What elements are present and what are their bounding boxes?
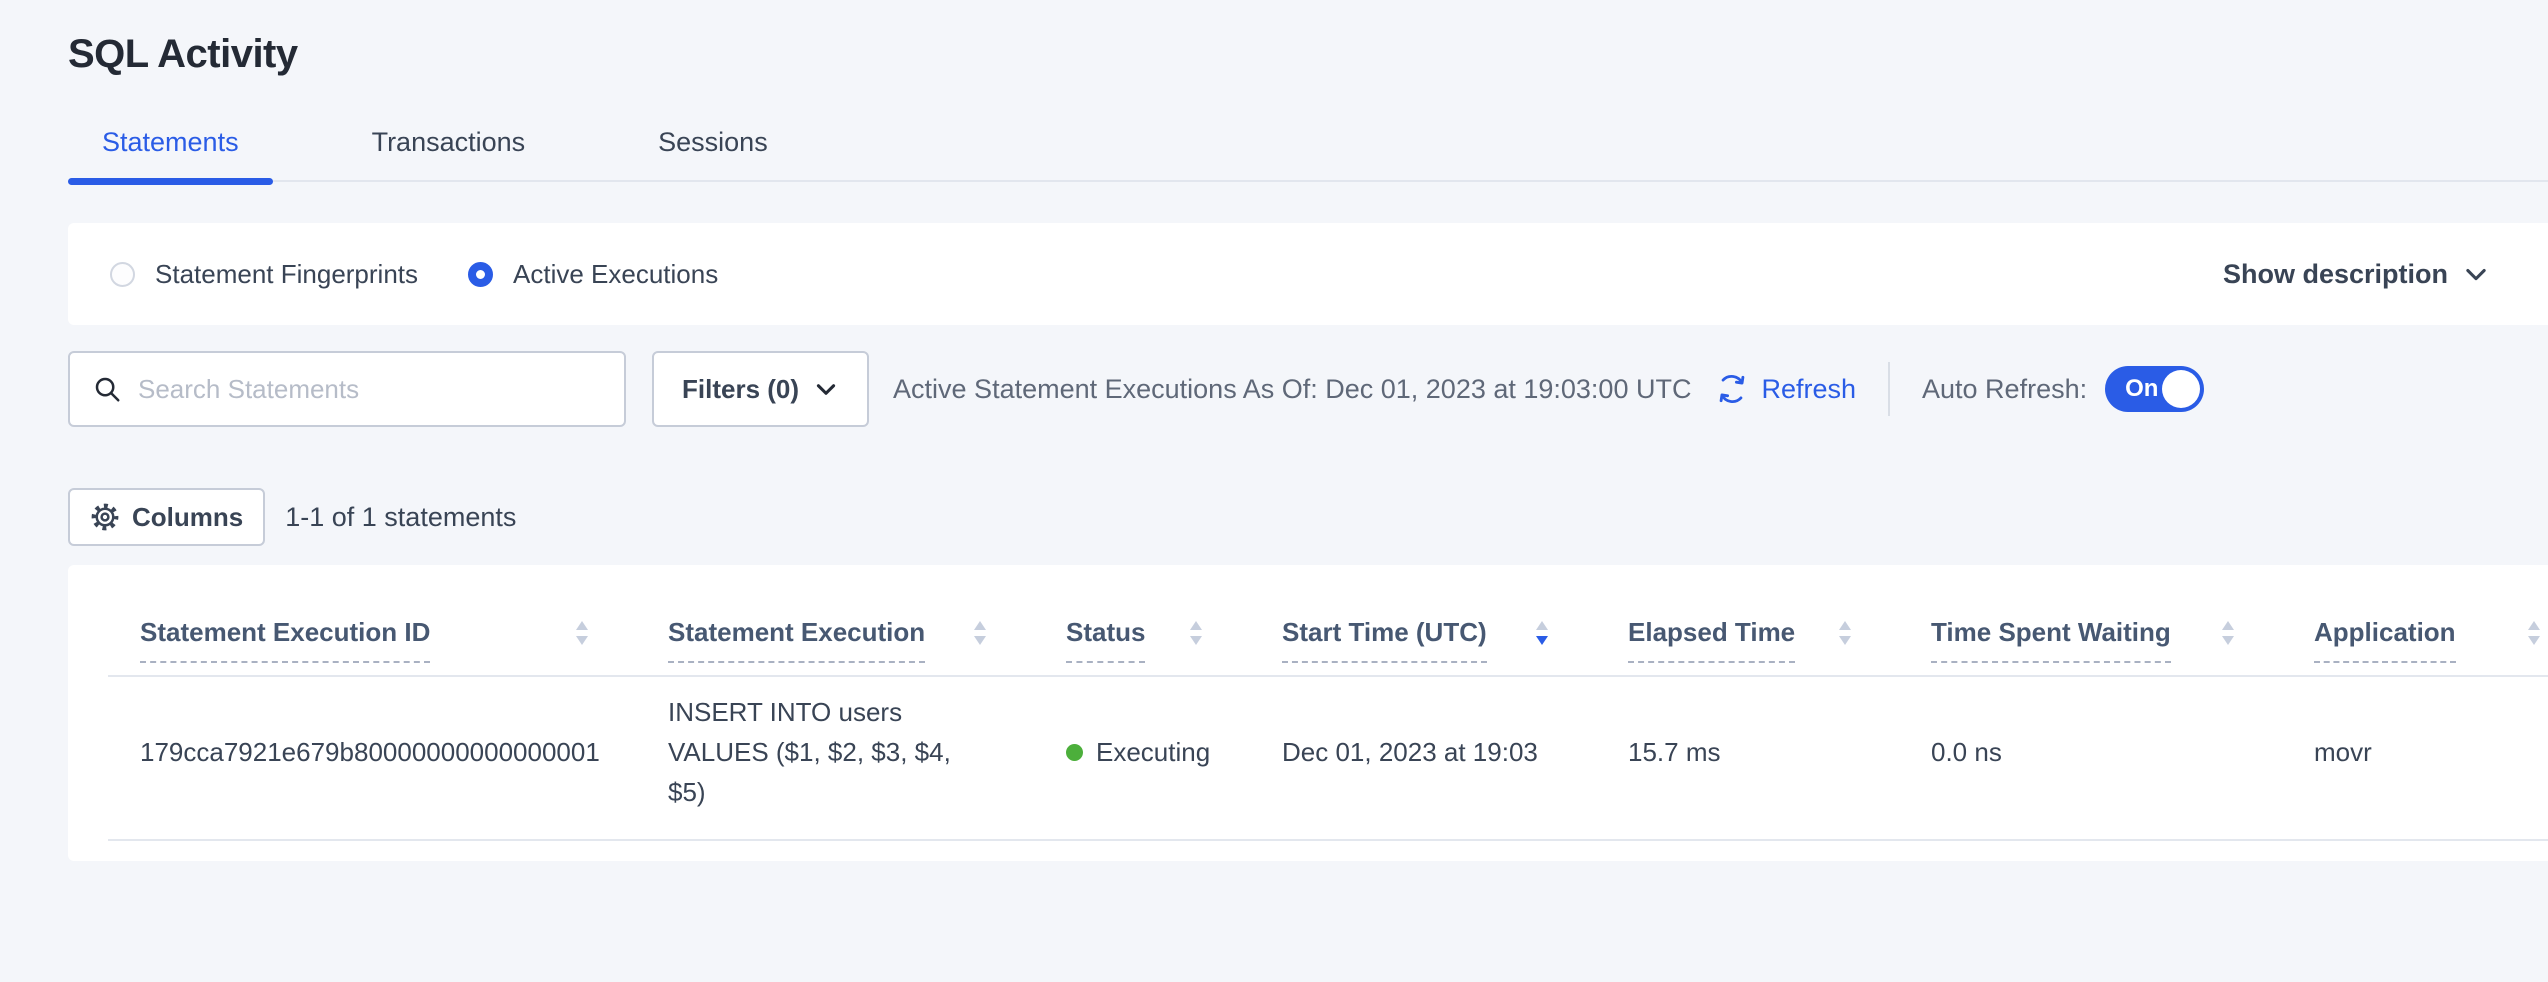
sort-desc-icon	[1532, 619, 1552, 647]
sort-icon	[1186, 619, 1206, 647]
sort-icon	[1835, 619, 1855, 647]
show-description-label: Show description	[2223, 259, 2448, 290]
toolbar-divider	[1888, 362, 1890, 416]
refresh-icon	[1715, 372, 1749, 406]
search-icon	[92, 374, 122, 404]
statements-toolbar: Filters (0) Active Statement Executions …	[68, 351, 2548, 427]
tab-sessions-label: Sessions	[658, 127, 768, 157]
table-header-row: Statement Execution ID Statement Executi…	[68, 565, 2548, 663]
sort-icon	[572, 619, 592, 647]
tab-statements[interactable]: Statements	[68, 127, 273, 182]
refresh-button[interactable]: Refresh	[1715, 372, 1856, 406]
page-title: SQL Activity	[68, 0, 2548, 77]
columns-button-label: Columns	[132, 502, 243, 533]
sort-icon	[2524, 619, 2544, 647]
view-mode-radio-group: Statement Fingerprints Active Executions	[110, 259, 718, 290]
tab-bar: Statements Transactions Sessions	[68, 127, 2548, 182]
chevron-down-icon	[2462, 260, 2490, 288]
tab-sessions[interactable]: Sessions	[624, 127, 802, 182]
auto-refresh-toggle[interactable]: On	[2105, 366, 2204, 412]
gear-icon	[90, 502, 120, 532]
table-row[interactable]: 179cca7921e679b80000000000000001 INSERT …	[68, 677, 2548, 827]
refresh-label: Refresh	[1761, 374, 1856, 405]
radio-statement-fingerprints-label: Statement Fingerprints	[155, 259, 418, 290]
chevron-down-icon	[813, 376, 839, 402]
status-badge: Executing	[1096, 737, 1210, 768]
cell-status: Executing	[994, 737, 1210, 768]
radio-statement-fingerprints[interactable]: Statement Fingerprints	[110, 259, 418, 290]
radio-unselected-icon	[110, 262, 135, 287]
tab-transactions[interactable]: Transactions	[338, 127, 560, 182]
columns-button[interactable]: Columns	[68, 488, 265, 546]
sql-activity-page: SQL Activity Statements Transactions Ses…	[0, 0, 2548, 861]
column-header-start-time[interactable]: Start Time (UTC)	[1210, 617, 1556, 663]
view-mode-card: Statement Fingerprints Active Executions…	[68, 223, 2548, 325]
statements-table-card: Statement Execution ID Statement Executi…	[68, 565, 2548, 861]
radio-active-executions[interactable]: Active Executions	[468, 259, 718, 290]
as-of-timestamp: Active Statement Executions As Of: Dec 0…	[893, 374, 1691, 405]
cell-elapsed-time: 15.7 ms	[1556, 737, 1859, 768]
column-header-application[interactable]: Application	[2242, 617, 2548, 663]
tab-statements-label: Statements	[102, 127, 239, 157]
radio-active-executions-label: Active Executions	[513, 259, 718, 290]
column-header-statement-execution[interactable]: Statement Execution	[596, 617, 994, 663]
search-box	[68, 351, 626, 427]
sort-icon	[2218, 619, 2238, 647]
cell-time-spent-waiting: 0.0 ns	[1859, 737, 2242, 768]
status-executing-dot-icon	[1066, 744, 1083, 761]
show-description-button[interactable]: Show description	[2223, 259, 2490, 290]
radio-selected-icon	[468, 262, 493, 287]
result-count: 1-1 of 1 statements	[285, 502, 516, 533]
sort-icon	[970, 619, 990, 647]
filters-button-label: Filters (0)	[682, 374, 799, 405]
column-header-time-spent-waiting[interactable]: Time Spent Waiting	[1859, 617, 2242, 663]
table-controls: Columns 1-1 of 1 statements	[68, 488, 2548, 546]
cell-statement: INSERT INTO users VALUES ($1, $2, $3, $4…	[596, 692, 994, 812]
filters-button[interactable]: Filters (0)	[652, 351, 869, 427]
search-input[interactable]	[138, 374, 602, 405]
column-header-status[interactable]: Status	[994, 617, 1210, 663]
cell-execution-id: 179cca7921e679b80000000000000001	[68, 737, 596, 768]
cell-application: movr	[2242, 737, 2548, 768]
auto-refresh-state: On	[2125, 375, 2158, 403]
column-header-statement-execution-id[interactable]: Statement Execution ID	[68, 617, 596, 663]
tab-transactions-label: Transactions	[372, 127, 526, 157]
cell-start-time: Dec 01, 2023 at 19:03	[1210, 737, 1556, 768]
column-header-elapsed-time[interactable]: Elapsed Time	[1556, 617, 1859, 663]
table-row-divider	[108, 839, 2548, 841]
toggle-knob	[2162, 370, 2200, 408]
auto-refresh-label: Auto Refresh:	[1922, 374, 2087, 405]
